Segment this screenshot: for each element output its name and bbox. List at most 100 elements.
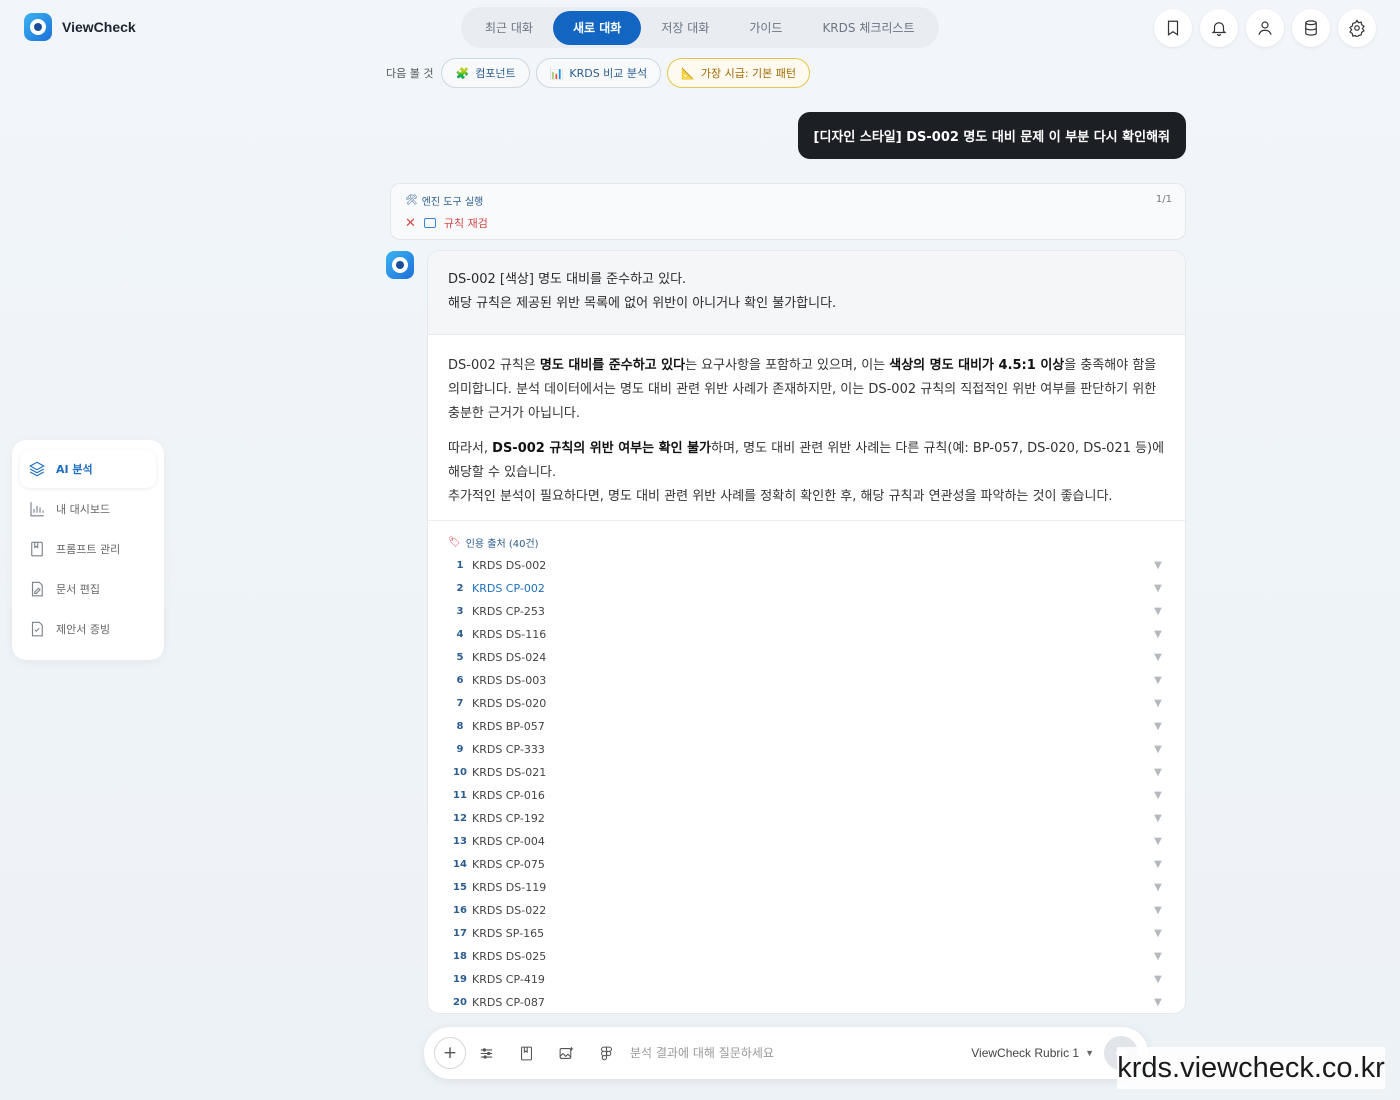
source-item[interactable]: 10 KRDS DS-021 ▼ — [448, 761, 1165, 784]
source-name[interactable]: KRDS CP-333 — [472, 743, 1151, 756]
sidebar-item-ai-analysis[interactable]: AI 분석 — [20, 450, 156, 488]
source-number: 7 — [456, 698, 464, 709]
source-item[interactable]: 20 KRDS CP-087 ▼ — [448, 991, 1165, 1013]
expand-triangle-icon[interactable]: ▼ — [1151, 813, 1165, 824]
source-name[interactable]: KRDS CP-002 — [472, 582, 1151, 595]
question-input[interactable] — [626, 1046, 972, 1060]
source-name[interactable]: KRDS CP-419 — [472, 973, 1151, 986]
source-name[interactable]: KRDS DS-025 — [472, 950, 1151, 963]
source-name[interactable]: KRDS DS-022 — [472, 904, 1151, 917]
tab-new-chat[interactable]: 새로 대화 — [552, 10, 642, 45]
expand-triangle-icon[interactable]: ▼ — [1151, 583, 1165, 594]
sidebar-item-doc-edit[interactable]: 문서 편집 — [20, 570, 156, 608]
source-name[interactable]: KRDS SP-165 — [472, 927, 1151, 940]
source-number: 2 — [456, 583, 464, 594]
source-item[interactable]: 19 KRDS CP-419 ▼ — [448, 968, 1165, 991]
model-select[interactable]: ViewCheck Rubric 1 ▼ — [971, 1046, 1094, 1060]
tab-guide[interactable]: 가이드 — [729, 11, 802, 45]
database-icon — [1305, 20, 1317, 36]
source-name[interactable]: KRDS BP-057 — [472, 720, 1151, 733]
expand-triangle-icon[interactable]: ▼ — [1151, 698, 1165, 709]
source-item[interactable]: 17 KRDS SP-165 ▼ — [448, 922, 1165, 945]
chip-components[interactable]: 🧩 컴포넌트 — [441, 58, 530, 88]
expand-triangle-icon[interactable]: ▼ — [1151, 652, 1165, 663]
source-item[interactable]: 16 KRDS DS-022 ▼ — [448, 899, 1165, 922]
source-item[interactable]: 2 KRDS CP-002 ▼ — [448, 577, 1165, 600]
source-item[interactable]: 13 KRDS CP-004 ▼ — [448, 830, 1165, 853]
source-name[interactable]: KRDS DS-003 — [472, 674, 1151, 687]
image-upload-button[interactable] — [546, 1045, 586, 1062]
source-item[interactable]: 7 KRDS DS-020 ▼ — [448, 692, 1165, 715]
source-item[interactable]: 5 KRDS DS-024 ▼ — [448, 646, 1165, 669]
source-item[interactable]: 18 KRDS DS-025 ▼ — [448, 945, 1165, 968]
source-item[interactable]: 6 KRDS DS-003 ▼ — [448, 669, 1165, 692]
expand-triangle-icon[interactable]: ▼ — [1151, 744, 1165, 755]
sources-list: 1 KRDS DS-002 ▼ 2 KRDS CP-002 ▼ 3 KRDS CP-253 ▼ 4… — [448, 554, 1165, 1013]
expand-triangle-icon[interactable]: ▼ — [1151, 859, 1165, 870]
tab-krds-checklist[interactable]: KRDS 체크리스트 — [802, 11, 934, 45]
sidebar-item-proposal-evidence[interactable]: 제안서 증빙 — [20, 610, 156, 648]
sidebar-item-label: 문서 편집 — [56, 583, 100, 596]
source-name[interactable]: KRDS DS-119 — [472, 881, 1151, 894]
sidebar-item-dashboard[interactable]: 내 대시보드 — [20, 490, 156, 528]
expand-triangle-icon[interactable]: ▼ — [1151, 675, 1165, 686]
chip-urgent-pattern[interactable]: 📐 가장 시급: 기본 패턴 — [667, 58, 811, 88]
expand-triangle-icon[interactable]: ▼ — [1151, 997, 1165, 1008]
options-button[interactable] — [466, 1045, 506, 1062]
database-button[interactable] — [1292, 9, 1330, 47]
source-item[interactable]: 11 KRDS CP-016 ▼ — [448, 784, 1165, 807]
source-name[interactable]: KRDS DS-020 — [472, 697, 1151, 710]
source-item[interactable]: 8 KRDS BP-057 ▼ — [448, 715, 1165, 738]
figma-button[interactable] — [586, 1045, 626, 1062]
tab-recent-chats[interactable]: 최근 대화 — [465, 11, 553, 45]
expand-triangle-icon[interactable]: ▼ — [1151, 836, 1165, 847]
answer-body: DS-002 규칙은 명도 대비를 준수하고 있다는 요구사항을 포함하고 있으… — [428, 335, 1185, 509]
expand-triangle-icon[interactable]: ▼ — [1151, 629, 1165, 640]
source-number: 12 — [453, 813, 467, 824]
source-item[interactable]: 3 KRDS CP-253 ▼ — [448, 600, 1165, 623]
close-icon[interactable]: ✕ — [405, 216, 416, 231]
source-name[interactable]: KRDS DS-002 — [472, 559, 1151, 572]
add-button[interactable]: + — [434, 1037, 466, 1069]
source-name[interactable]: KRDS CP-075 — [472, 858, 1151, 871]
expand-triangle-icon[interactable]: ▼ — [1151, 928, 1165, 939]
source-number: 8 — [456, 721, 464, 732]
expand-triangle-icon[interactable]: ▼ — [1151, 905, 1165, 916]
source-name[interactable]: KRDS DS-021 — [472, 766, 1151, 779]
document-check-icon — [31, 621, 43, 637]
source-item[interactable]: 4 KRDS DS-116 ▼ — [448, 623, 1165, 646]
notifications-button[interactable] — [1200, 9, 1238, 47]
bar-chart-icon — [30, 502, 44, 517]
expand-triangle-icon[interactable]: ▼ — [1151, 606, 1165, 617]
sidebar-item-prompts[interactable]: 프롬프트 관리 — [20, 530, 156, 568]
expand-triangle-icon[interactable]: ▼ — [1151, 767, 1165, 778]
watermark: krds.viewcheck.co.kr — [1117, 1047, 1385, 1089]
chip-krds-compare[interactable]: 📊 KRDS 비교 분석 — [535, 58, 662, 88]
source-name[interactable]: KRDS CP-253 — [472, 605, 1151, 618]
brand[interactable]: ViewCheck — [24, 13, 136, 41]
settings-button[interactable] — [1338, 9, 1376, 47]
expand-triangle-icon[interactable]: ▼ — [1151, 790, 1165, 801]
user-icon — [1258, 21, 1272, 35]
bookmark-button[interactable] — [1154, 9, 1192, 47]
expand-triangle-icon[interactable]: ▼ — [1151, 951, 1165, 962]
source-name[interactable]: KRDS DS-024 — [472, 651, 1151, 664]
source-name[interactable]: KRDS CP-087 — [472, 996, 1151, 1009]
source-item[interactable]: 9 KRDS CP-333 ▼ — [448, 738, 1165, 761]
prompt-book-button[interactable] — [506, 1045, 546, 1062]
source-name[interactable]: KRDS CP-004 — [472, 835, 1151, 848]
sidebar-item-label: 제안서 증빙 — [56, 623, 111, 636]
expand-triangle-icon[interactable]: ▼ — [1151, 560, 1165, 571]
source-name[interactable]: KRDS CP-016 — [472, 789, 1151, 802]
expand-triangle-icon[interactable]: ▼ — [1151, 721, 1165, 732]
source-item[interactable]: 1 KRDS DS-002 ▼ — [448, 554, 1165, 577]
source-name[interactable]: KRDS CP-192 — [472, 812, 1151, 825]
source-item[interactable]: 15 KRDS DS-119 ▼ — [448, 876, 1165, 899]
expand-triangle-icon[interactable]: ▼ — [1151, 882, 1165, 893]
profile-button[interactable] — [1246, 9, 1284, 47]
source-item[interactable]: 12 KRDS CP-192 ▼ — [448, 807, 1165, 830]
source-name[interactable]: KRDS DS-116 — [472, 628, 1151, 641]
source-item[interactable]: 14 KRDS CP-075 ▼ — [448, 853, 1165, 876]
tab-saved-chats[interactable]: 저장 대화 — [641, 11, 729, 45]
expand-triangle-icon[interactable]: ▼ — [1151, 974, 1165, 985]
